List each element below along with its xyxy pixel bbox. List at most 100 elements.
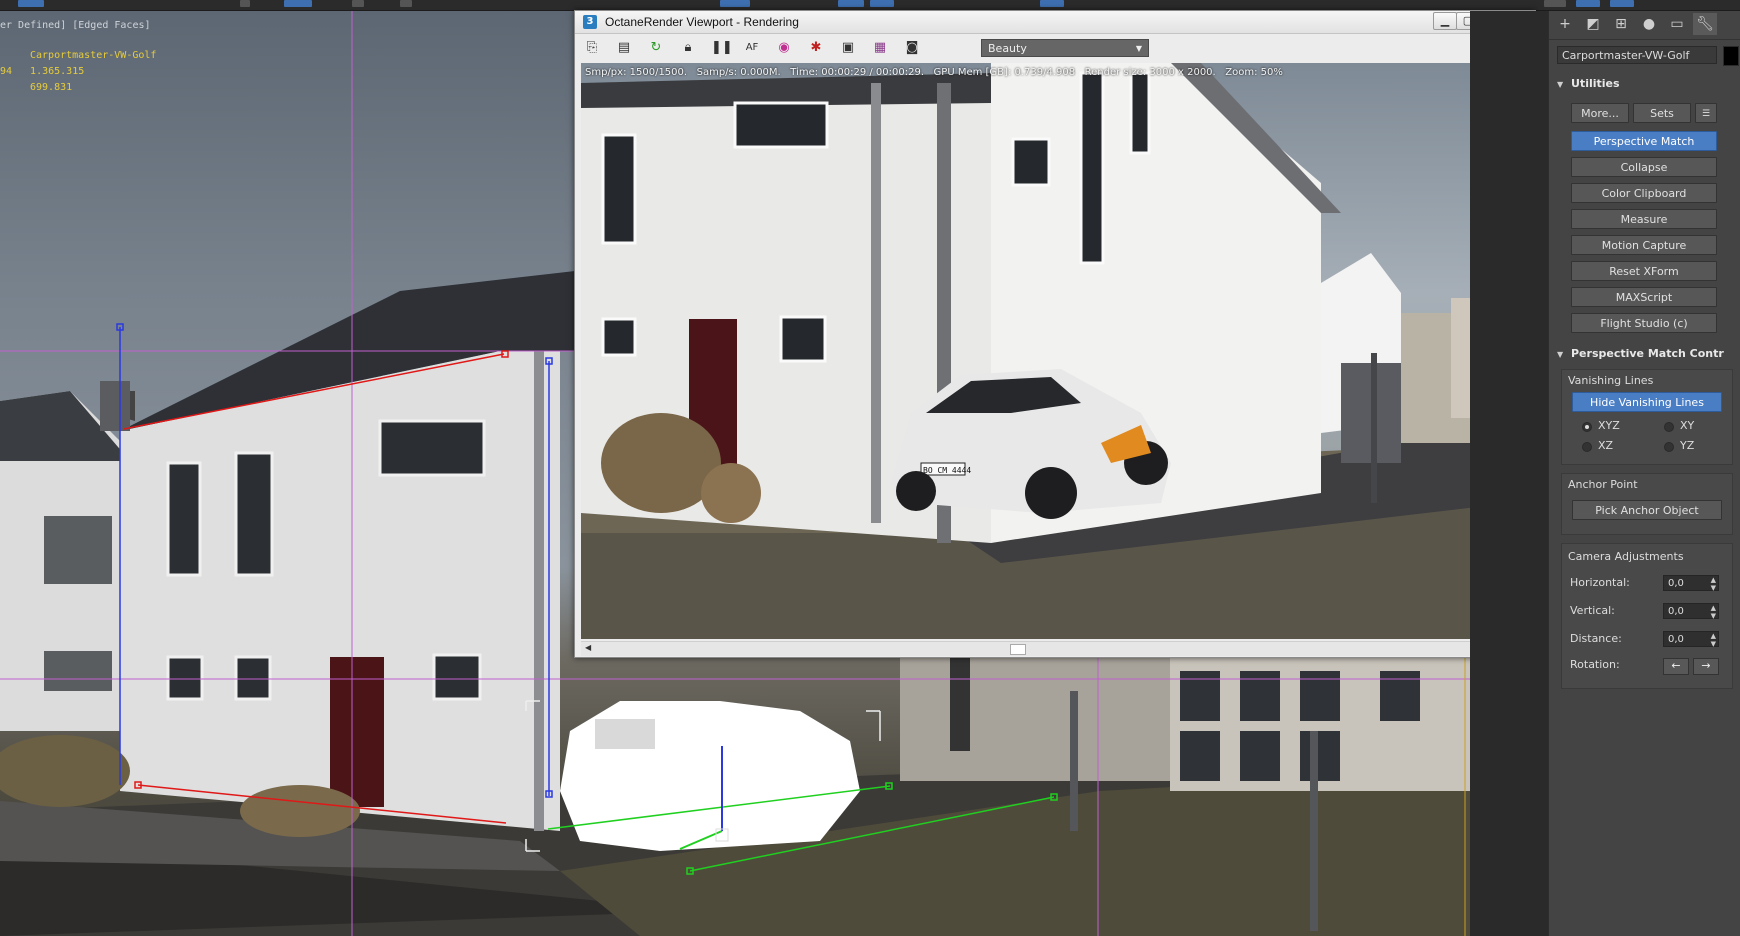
toolbar-button[interactable] [284,0,312,7]
toolbar-button[interactable] [18,0,44,7]
anchor-point-group: Anchor Point Pick Anchor Object [1561,473,1733,535]
measure-button[interactable]: Measure [1571,209,1717,229]
octane-render-window[interactable]: 3 OctaneRender Viewport - Rendering ▁ ▢ … [574,10,1536,658]
minimize-icon[interactable]: ▁ [1433,12,1457,30]
horizontal-label: Horizontal: [1570,576,1630,589]
rotate-right-arrow-icon[interactable]: → [1693,658,1719,675]
radio-xz-label: XZ [1598,439,1614,452]
vertical-value: 0,0 [1668,606,1684,617]
render-pass-select[interactable]: Beauty ▼ [981,39,1149,57]
toolbar-button[interactable] [870,0,894,7]
camera-adjustments-label: Camera Adjustments [1568,550,1684,563]
horizontal-scrollbar[interactable]: ◀ ▶ [581,641,1511,656]
vertical-spinner[interactable]: 0,0 ▲ ▼ [1663,603,1719,620]
viewport-stat-1: 94 1.365.315 [0,66,85,77]
window-title: OctaneRender Viewport - Rendering [605,15,799,29]
horizontal-value: 0,0 [1668,578,1684,589]
chevron-down-icon: ▼ [1135,44,1142,53]
rotation-label: Rotation: [1570,658,1620,671]
radio-xyz[interactable] [1582,422,1592,432]
create-tab-plus-icon[interactable]: + [1553,13,1577,35]
license-plate: BO CM 4444 [923,466,971,475]
toolbar-button[interactable] [1610,0,1634,7]
vanishing-lines-label: Vanishing Lines [1568,374,1654,387]
camera-icon[interactable]: ◙ [903,39,921,57]
pause-icon[interactable]: ❚❚ [711,39,733,57]
viewport-border [1470,11,1548,936]
radio-xy-label: XY [1680,419,1695,432]
collapse-triangle-icon: ▼ [1557,80,1564,89]
camera-adjustments-group: Camera Adjustments Horizontal: 0,0 ▲ ▼ Ve… [1561,543,1733,689]
configure-sets-icon[interactable]: ☰ [1695,103,1717,123]
perspective-match-rollout-header[interactable]: ▼ Perspective Match Contr [1557,345,1735,363]
sets-button[interactable]: Sets [1633,103,1691,123]
color-picker-icon[interactable]: ◉ [775,39,793,57]
motion-capture-button[interactable]: Motion Capture [1571,235,1717,255]
toolbar-button[interactable] [352,0,364,7]
viewport-label[interactable]: er Defined] [Edged Faces] [0,20,151,31]
distance-label: Distance: [1570,632,1622,645]
toolbar-button[interactable] [1040,0,1064,7]
reset-xform-button[interactable]: Reset XForm [1571,261,1717,281]
save-image-icon[interactable]: ▤ [615,39,633,57]
object-color-swatch[interactable] [1723,46,1739,66]
horizontal-spinner[interactable]: 0,0 ▲ ▼ [1663,575,1719,592]
pick-anchor-object-button[interactable]: Pick Anchor Object [1572,500,1722,520]
flight-studio-button[interactable]: Flight Studio (c) [1571,313,1717,333]
utilities-tab-wrench-icon[interactable]: 🔧︎ [1693,13,1717,35]
app-icon: 3 [583,15,597,29]
restart-render-icon[interactable]: ↻ [647,39,665,57]
toolbar-button[interactable] [720,0,750,7]
maxscript-button[interactable]: MAXScript [1571,287,1717,307]
focus-picker-icon[interactable]: AF [743,39,761,57]
toolbar-button[interactable] [400,0,412,7]
render-statistics: Smp/px: 1500/1500. Samp/s: 0.000M. Time:… [585,67,1283,78]
scroll-left-icon[interactable]: ◀ [585,643,591,652]
hide-vanishing-lines-button[interactable]: Hide Vanishing Lines [1572,392,1722,412]
command-panel-tabs: + ◩ ⊞ ● ▭ 🔧︎ [1549,11,1740,40]
window-titlebar[interactable]: 3 OctaneRender Viewport - Rendering ▁ ▢ … [575,11,1535,34]
object-name-field[interactable]: Carportmaster-VW-Golf [1557,46,1717,64]
hierarchy-tab-icon[interactable]: ⊞ [1609,13,1633,35]
modify-tab-icon[interactable]: ◩ [1581,13,1605,35]
vertical-label: Vertical: [1570,604,1615,617]
scrollbar-thumb[interactable] [1010,644,1026,655]
radio-xz[interactable] [1582,442,1592,452]
toolbar-button[interactable] [1544,0,1566,7]
more-button[interactable]: More... [1571,103,1629,123]
rotation-controls: ← → [1663,658,1723,675]
lock-icon[interactable]: 🔒︎ [679,39,697,57]
motion-tab-icon[interactable]: ● [1637,13,1661,35]
collapse-button[interactable]: Collapse [1571,157,1717,177]
radio-yz[interactable] [1664,442,1674,452]
render-scene: BO CM 4444 [581,63,1511,639]
command-panel: + ◩ ⊞ ● ▭ 🔧︎ Carportmaster-VW-Golf ▼ Util… [1548,11,1740,936]
utilities-rollout-header[interactable]: ▼ Utilities [1557,75,1735,93]
viewport-stat-2: 699.831 [30,82,73,93]
distance-value: 0,0 [1668,634,1684,645]
toolbar-button[interactable] [240,0,250,7]
perspective-match-title: Perspective Match Contr [1571,347,1724,360]
vanishing-lines-group: Vanishing Lines Hide Vanishing Lines XYZ… [1561,369,1733,465]
radio-xyz-label: XYZ [1598,419,1620,432]
distance-spinner[interactable]: 0,0 ▲ ▼ [1663,631,1719,648]
octane-toolbar: ⎘ ▤ ↻ 🔒︎ ❚❚ AF ◉ ✱ ▣ ▦ ◙ Beauty ▼ [575,34,1535,62]
spinner-arrows-icon[interactable]: ▲ ▼ [1711,632,1716,648]
display-tab-icon[interactable]: ▭ [1665,13,1689,35]
clay-mode-icon[interactable]: ▦ [871,39,889,57]
radio-xy[interactable] [1664,422,1674,432]
render-image[interactable]: BO CM 4444 Smp/px: 1500/1500. Samp/s: 0.… [581,63,1511,639]
utilities-title: Utilities [1571,77,1620,90]
spinner-arrows-icon[interactable]: ▲ ▼ [1711,604,1716,620]
spinner-arrows-icon[interactable]: ▲ ▼ [1711,576,1716,592]
copy-to-clipboard-icon[interactable]: ⎘ [583,39,601,57]
toolbar-button[interactable] [1576,0,1600,7]
render-pass-value: Beauty [988,42,1027,55]
toolbar-button[interactable] [838,0,864,7]
color-clipboard-button[interactable]: Color Clipboard [1571,183,1717,203]
anchor-point-label: Anchor Point [1568,478,1638,491]
film-settings-icon[interactable]: ▣ [839,39,857,57]
perspective-match-button[interactable]: Perspective Match [1571,131,1717,151]
rotate-left-arrow-icon[interactable]: ← [1663,658,1689,675]
region-render-icon[interactable]: ✱ [807,39,825,57]
